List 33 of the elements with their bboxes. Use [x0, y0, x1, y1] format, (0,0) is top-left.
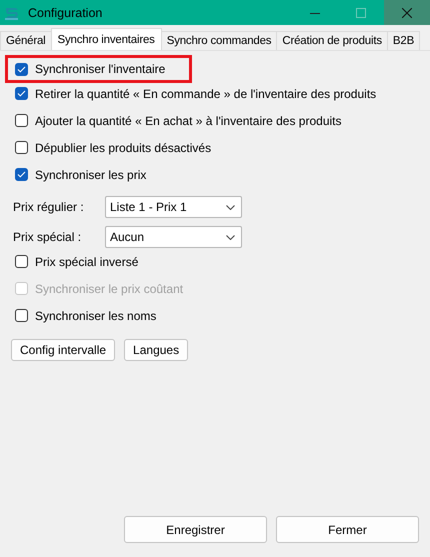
checkbox[interactable] [15, 309, 28, 322]
checkbox-label: Synchroniser le prix coûtant [35, 282, 184, 296]
checkbox[interactable] [15, 87, 28, 100]
checkbox[interactable] [15, 255, 28, 268]
checkbox-label: Synchroniser les noms [35, 308, 156, 322]
dropdown[interactable]: Liste 1 - Prix 1 [105, 196, 242, 218]
tab[interactable]: B2B [386, 31, 420, 50]
check-icon [17, 171, 26, 178]
checkbox-label: Retirer la quantité « En commande » de l'inventaire des produits [35, 86, 376, 100]
checkbox-label: Synchroniser l'inventaire [35, 62, 166, 76]
checkbox-label: Ajouter la quantité « En achat » à l'inventaire des produits [35, 114, 342, 128]
chevron-icon [226, 234, 235, 240]
close-icon[interactable] [384, 0, 430, 25]
close-button[interactable]: Fermer [276, 516, 419, 543]
check-icon [17, 66, 26, 72]
window-title: Configuration [28, 6, 104, 20]
check-icon [17, 90, 26, 97]
field-label: Prix régulier : [13, 200, 85, 214]
tab[interactable]: Général [0, 31, 52, 50]
field-label: Prix spécial : [13, 230, 82, 244]
checkbox[interactable] [15, 114, 28, 127]
checkbox-label: Prix spécial inversé [35, 254, 138, 268]
save-button[interactable]: Enregistrer [124, 516, 267, 543]
checkbox-label: Synchroniser les prix [35, 168, 146, 182]
action-button[interactable]: Config intervalle [11, 339, 116, 361]
chevron-icon [226, 204, 235, 210]
checkbox[interactable] [15, 168, 28, 181]
checkbox-label: Dépublier les produits désactivés [35, 140, 212, 154]
action-button[interactable]: Langues [124, 339, 188, 361]
checkbox[interactable] [15, 62, 28, 76]
dropdown[interactable]: Aucun [105, 226, 242, 248]
tab[interactable]: Synchro inventaires [50, 28, 162, 50]
checkbox[interactable] [15, 141, 28, 154]
